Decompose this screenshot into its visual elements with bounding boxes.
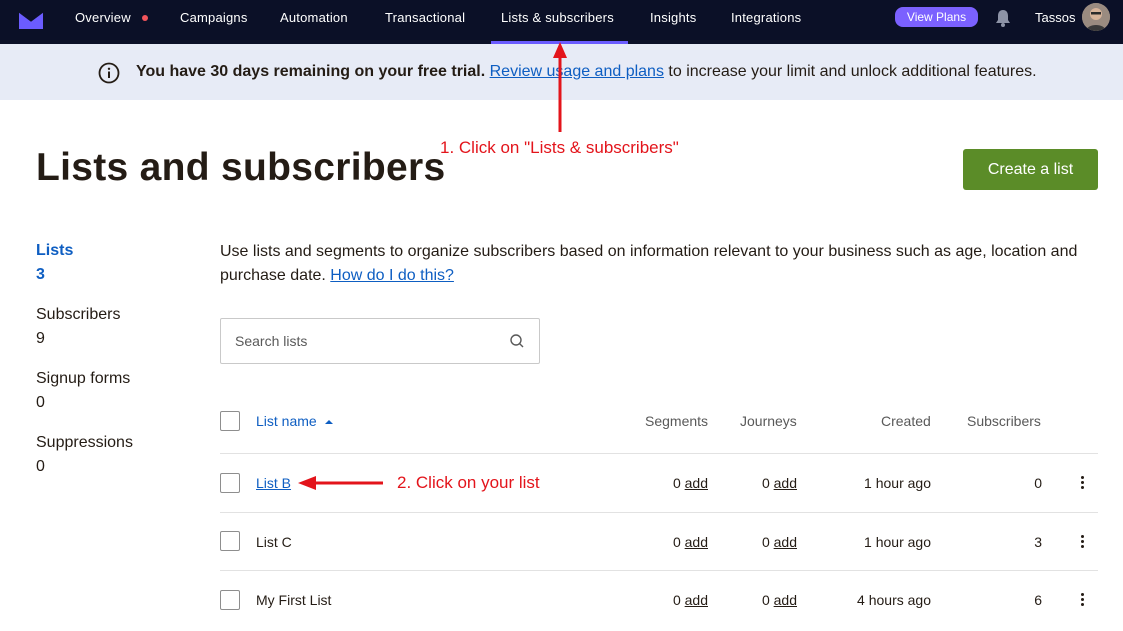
search-lists-box	[220, 318, 540, 364]
nav-insights[interactable]: Insights	[650, 0, 696, 44]
sidebar-count-lists: 3	[36, 266, 45, 283]
journeys-count: 0	[761, 475, 770, 491]
created-cell: 1 hour ago	[864, 475, 931, 491]
segments-count: 0	[672, 475, 681, 491]
review-usage-link[interactable]: Review usage and plans	[490, 63, 664, 80]
sidebar-item-signup-forms[interactable]: Signup forms	[36, 370, 130, 388]
segments-cell: 0 add	[640, 534, 708, 550]
column-header-list-name-label: List name	[256, 413, 317, 429]
add-journey-link[interactable]: add	[774, 475, 797, 491]
list-name-link[interactable]: List C	[256, 534, 292, 550]
row-more-options-icon[interactable]	[1076, 534, 1088, 550]
table-divider	[220, 453, 1098, 454]
segments-count: 0	[672, 592, 681, 608]
annotation-step-1: 1. Click on "Lists & subscribers"	[440, 138, 679, 157]
add-segment-link[interactable]: add	[685, 475, 708, 491]
sidebar-count-subscribers: 9	[36, 330, 45, 347]
add-journey-link[interactable]: add	[774, 592, 797, 608]
journeys-cell: 0 add	[730, 592, 797, 608]
created-cell: 1 hour ago	[864, 534, 931, 550]
page-title: Lists and subscribers	[36, 146, 446, 189]
mailchimp-logo-icon[interactable]	[18, 10, 44, 30]
table-divider	[220, 570, 1098, 571]
journeys-cell: 0 add	[730, 475, 797, 491]
row-checkbox[interactable]	[220, 590, 240, 610]
journeys-cell: 0 add	[730, 534, 797, 550]
nav-integrations[interactable]: Integrations	[731, 0, 801, 44]
segments-cell: 0 add	[640, 475, 708, 491]
top-navigation: Overview Campaigns Automation Transactio…	[0, 0, 1123, 44]
list-name-link[interactable]: List B	[256, 475, 291, 491]
add-journey-link[interactable]: add	[774, 534, 797, 550]
sidebar-count-suppressions: 0	[36, 458, 45, 475]
nav-automation[interactable]: Automation	[280, 0, 348, 44]
row-checkbox[interactable]	[220, 473, 240, 493]
sidebar-count-signup-forms: 0	[36, 394, 45, 411]
search-lists-input[interactable]	[221, 319, 501, 363]
username[interactable]: Tassos	[1035, 0, 1075, 36]
nav-transactional[interactable]: Transactional	[385, 0, 465, 44]
sidebar-item-lists[interactable]: Lists	[36, 242, 73, 260]
row-more-options-icon[interactable]	[1076, 592, 1088, 608]
column-header-created[interactable]: Created	[881, 413, 931, 429]
intro-text: Use lists and segments to organize subsc…	[220, 240, 1100, 288]
column-header-journeys[interactable]: Journeys	[740, 413, 797, 429]
list-name-label[interactable]: List B	[256, 475, 291, 491]
trial-banner: You have 30 days remaining on your free …	[0, 44, 1123, 100]
row-more-options-icon[interactable]	[1076, 475, 1088, 491]
nav-lists-subscribers[interactable]: Lists & subscribers	[491, 0, 628, 44]
column-header-list-name[interactable]: List name	[256, 413, 334, 429]
notification-dot-icon	[142, 15, 148, 21]
column-header-subscribers[interactable]: Subscribers	[967, 413, 1041, 429]
nav-overview[interactable]: Overview	[75, 0, 131, 44]
caret-up-icon	[324, 420, 333, 424]
subscribers-count-cell: 3	[1034, 534, 1042, 550]
nav-campaigns[interactable]: Campaigns	[180, 0, 248, 44]
create-list-button[interactable]: Create a list	[963, 149, 1098, 190]
user-avatar[interactable]	[1082, 3, 1110, 31]
notifications-bell-icon[interactable]	[994, 8, 1012, 28]
journeys-count: 0	[761, 534, 770, 550]
add-segment-link[interactable]: add	[685, 534, 708, 550]
add-segment-link[interactable]: add	[685, 592, 708, 608]
how-do-i-do-this-link[interactable]: How do I do this?	[330, 267, 454, 284]
view-plans-button[interactable]: View Plans	[895, 7, 978, 27]
info-icon	[98, 62, 120, 84]
search-icon[interactable]	[509, 333, 525, 349]
select-all-checkbox[interactable]	[220, 411, 240, 431]
journeys-count: 0	[761, 592, 770, 608]
sidebar-item-suppressions[interactable]: Suppressions	[36, 434, 133, 452]
trial-banner-text: You have 30 days remaining on your free …	[136, 63, 1037, 81]
column-header-segments[interactable]: Segments	[645, 413, 708, 429]
annotation-step-2: 2. Click on your list	[397, 473, 540, 492]
row-checkbox[interactable]	[220, 531, 240, 551]
trial-banner-rest: to increase your limit and unlock additi…	[663, 63, 1037, 80]
trial-days-remaining: You have 30 days remaining on your free …	[136, 63, 486, 80]
sidebar-item-subscribers[interactable]: Subscribers	[36, 306, 120, 324]
subscribers-count-cell: 0	[1034, 475, 1042, 491]
segments-cell: 0 add	[640, 592, 708, 608]
list-name-link[interactable]: My First List	[256, 592, 331, 608]
table-divider	[220, 512, 1098, 513]
created-cell: 4 hours ago	[857, 592, 931, 608]
segments-count: 0	[672, 534, 681, 550]
subscribers-count-cell: 6	[1034, 592, 1042, 608]
